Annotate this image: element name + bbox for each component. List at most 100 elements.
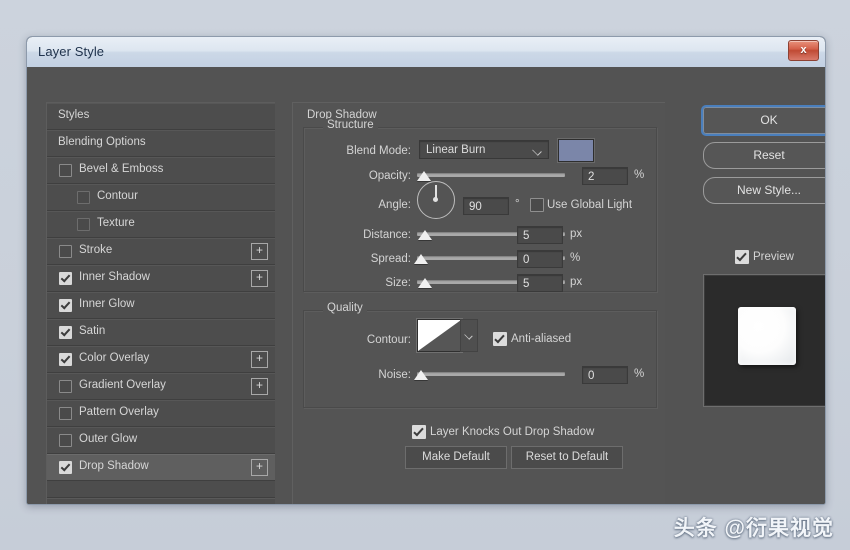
distance-unit: px [570,228,583,240]
add-effect-plus-icon[interactable]: + [251,459,268,476]
blend-mode-value: Linear Burn [426,144,486,156]
opacity-slider[interactable] [416,169,565,181]
preview-checkbox[interactable] [735,250,749,264]
opacity-slider-track [417,173,565,177]
reset-button[interactable]: Reset [703,142,825,169]
style-list-item[interactable]: Color Overlay + [47,346,275,373]
style-list-item[interactable]: Blending Options [47,130,275,157]
style-list-item-label: Bevel & Emboss [79,163,164,175]
angle-input[interactable]: 90 [463,197,509,215]
spread-input[interactable]: 0 [517,250,563,268]
style-enable-checkbox[interactable] [59,326,72,339]
size-slider-thumb[interactable] [418,278,433,288]
style-list-item[interactable]: Texture [47,211,275,238]
preview-shape [738,307,796,365]
style-enable-checkbox[interactable] [59,245,72,258]
quality-group [303,310,657,408]
layer-knocks-out-label[interactable]: Layer Knocks Out Drop Shadow [430,426,594,438]
add-effect-plus-icon[interactable]: + [251,270,268,287]
new-style-button[interactable]: New Style... [703,177,825,204]
angle-dial-hub [433,197,438,202]
add-effect-plus-icon[interactable]: + [251,351,268,368]
style-enable-checkbox[interactable] [59,353,72,366]
noise-slider-track [417,372,565,376]
add-effect-plus-icon[interactable]: + [251,378,268,395]
close-icon[interactable]: x [788,40,819,61]
watermark: 头条 @衍果视觉 [673,517,834,540]
style-list-item-label: Contour [97,190,138,202]
style-enable-checkbox[interactable] [59,272,72,285]
style-list-item[interactable]: Gradient Overlay + [47,373,275,400]
style-list-item[interactable]: Contour [47,184,275,211]
opacity-unit: % [634,169,645,181]
style-list-item[interactable]: Stroke + [47,238,275,265]
use-global-light-checkbox[interactable] [530,198,544,212]
add-effect-plus-icon[interactable]: + [251,243,268,260]
style-enable-checkbox[interactable] [59,461,72,474]
structure-group-title: Structure [323,119,378,131]
styles-footer: fx [47,497,275,504]
distance-slider-thumb[interactable] [418,230,433,240]
noise-label: Noise: [378,369,411,381]
angle-dial[interactable] [417,181,455,219]
distance-input[interactable]: 5 [517,226,563,244]
style-enable-checkbox[interactable] [59,434,72,447]
use-global-light-label[interactable]: Use Global Light [547,199,632,211]
drop-shadow-options-panel: Drop Shadow Structure Blend Mode: Linear… [292,102,665,504]
reset-to-default-button[interactable]: Reset to Default [511,446,623,469]
style-enable-checkbox[interactable] [59,164,72,177]
style-enable-checkbox[interactable] [77,218,90,231]
contour-swatch[interactable] [417,319,462,352]
opacity-input[interactable]: 2 [582,167,628,185]
style-enable-checkbox[interactable] [59,299,72,312]
style-list-item-label: Drop Shadow [79,460,149,472]
title-bar: Layer Style x [27,37,825,68]
style-list-item-label: Blending Options [58,136,146,148]
style-enable-checkbox[interactable] [59,407,72,420]
size-unit: px [570,276,583,288]
style-enable-checkbox[interactable] [77,191,90,204]
style-list-item[interactable]: Inner Glow [47,292,275,319]
opacity-slider-thumb[interactable] [416,171,431,181]
preview-label[interactable]: Preview [753,251,794,263]
quality-group-title: Quality [323,302,367,314]
style-list-item-label: Texture [97,217,135,229]
contour-label: Contour: [366,334,411,346]
noise-slider-thumb[interactable] [414,370,428,380]
size-input[interactable]: 5 [517,274,563,292]
layer-knocks-out-checkbox[interactable] [412,425,426,439]
style-list-item[interactable]: Bevel & Emboss [47,157,275,184]
style-list-item[interactable]: Outer Glow [47,427,275,454]
shadow-color-swatch[interactable] [558,139,594,162]
styles-panel: Styles Blending Options Bevel & Emboss Cont… [46,102,275,504]
angle-unit: ° [515,198,520,210]
style-enable-checkbox[interactable] [59,380,72,393]
style-list-item-label: Inner Shadow [79,271,150,283]
contour-dropdown-button[interactable] [460,319,478,352]
style-list-item[interactable]: Satin [47,319,275,346]
style-list-item-label: Styles [58,109,90,121]
style-list-item-label: Inner Glow [79,298,135,310]
anti-aliased-label[interactable]: Anti-aliased [511,333,571,345]
contour-curve-icon [418,320,461,351]
style-list-item-label: Stroke [79,244,113,256]
blend-mode-label: Blend Mode: [346,145,411,157]
noise-slider[interactable] [414,368,565,380]
spread-unit: % [570,252,581,264]
style-list-item[interactable]: Drop Shadow + [47,454,275,481]
dialog-body: Styles Blending Options Bevel & Emboss Cont… [27,67,825,504]
blend-mode-select[interactable]: Linear Burn [419,140,549,159]
style-list-item-label: Color Overlay [79,352,150,364]
noise-input[interactable]: 0 [582,366,628,384]
chevron-down-icon [532,146,542,156]
noise-unit: % [634,368,645,380]
style-list-item[interactable]: Inner Shadow + [47,265,275,292]
anti-aliased-checkbox[interactable] [493,332,507,346]
size-label: Size: [385,277,411,289]
ok-button[interactable]: OK [701,105,825,136]
style-list-item[interactable]: Styles [47,103,275,130]
spread-slider-thumb[interactable] [414,254,428,264]
make-default-button[interactable]: Make Default [405,446,507,469]
style-list-item[interactable]: Pattern Overlay [47,400,275,427]
spread-label: Spread: [370,253,411,265]
